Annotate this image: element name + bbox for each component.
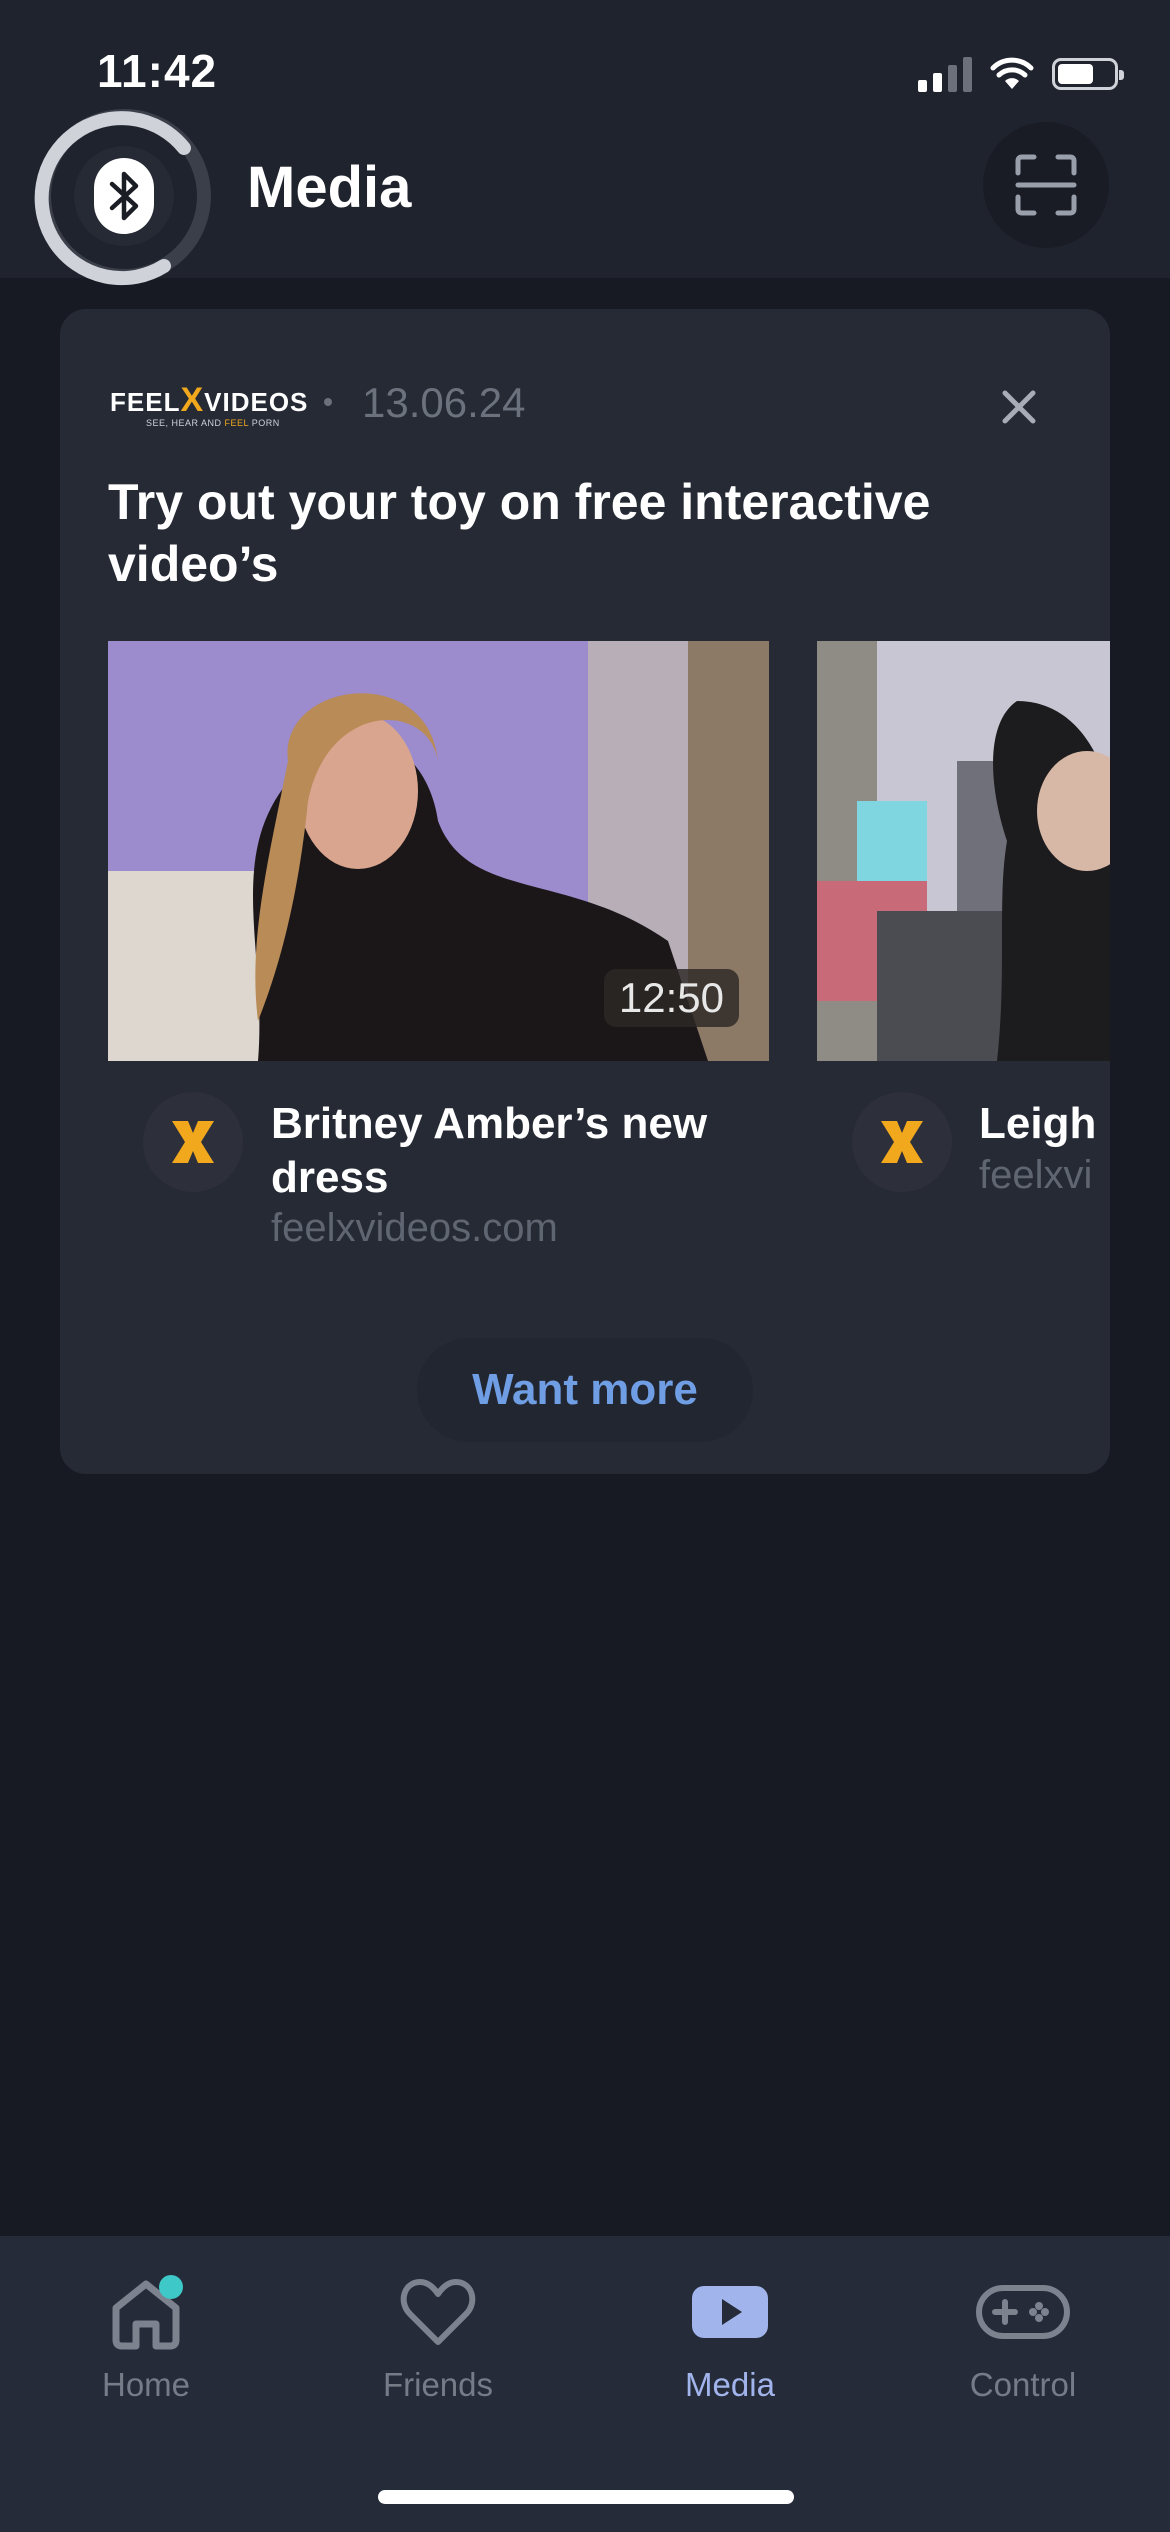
video-item[interactable]: 12:50 [108, 641, 769, 1061]
close-button[interactable] [993, 381, 1045, 433]
video-source: feelxvideos.com [271, 1206, 558, 1250]
video-item[interactable] [817, 641, 1110, 1061]
home-icon [106, 2272, 186, 2352]
tab-home[interactable]: Home [26, 2272, 266, 2412]
separator-dot [324, 398, 332, 406]
video-thumbnail[interactable]: 12:50 [108, 641, 769, 1061]
cellular-signal-icon [918, 56, 972, 92]
wifi-icon [990, 57, 1034, 89]
feelx-logo-icon [172, 1121, 214, 1163]
close-icon [1002, 390, 1036, 424]
promo-date: 13.06.24 [362, 379, 526, 426]
play-icon [690, 2272, 770, 2352]
bluetooth-icon [94, 158, 154, 234]
promo-card: FEELXVIDEOS SEE, HEAR AND FEEL PORN 13.0… [60, 309, 1110, 1474]
thumbnail-image [817, 641, 1110, 1061]
promo-title: Try out your toy on free interactive vid… [108, 474, 931, 592]
page-title: Media [247, 155, 412, 220]
want-more-button[interactable]: Want more [417, 1338, 753, 1442]
video-duration: 12:50 [603, 969, 739, 1027]
tab-label: Media [685, 2366, 775, 2403]
status-time: 11:42 [97, 45, 218, 97]
notification-dot [159, 2275, 183, 2299]
tab-control[interactable]: Control [903, 2272, 1143, 2412]
heart-icon [398, 2272, 478, 2352]
feelx-logo-icon [881, 1121, 923, 1163]
header: 11:42 Media [0, 0, 1170, 286]
status-icons [918, 52, 1124, 96]
bottom-tab-bar: Home Friends Media Control [0, 2236, 1170, 2532]
gamepad-icon [975, 2272, 1071, 2352]
bluetooth-button[interactable] [74, 146, 174, 246]
brand-logo: FEELXVIDEOS SEE, HEAR AND FEEL PORN [110, 381, 309, 428]
tab-label: Friends [382, 2366, 494, 2403]
video-thumbnail[interactable] [817, 641, 1110, 1061]
tab-friends[interactable]: Friends [318, 2272, 558, 2412]
home-indicator [378, 2490, 794, 2504]
battery-icon [1052, 58, 1124, 90]
video-source: feelxvi [979, 1153, 1093, 1197]
tab-label: Control [969, 2366, 1077, 2403]
channel-avatar [143, 1092, 243, 1192]
video-title[interactable]: Leigh [979, 1097, 1096, 1151]
qr-scan-button[interactable] [983, 122, 1109, 248]
qr-scan-icon [1015, 154, 1077, 216]
tab-media[interactable]: Media [610, 2272, 850, 2412]
video-title[interactable]: Britney Amber’s new dress [271, 1097, 751, 1205]
tab-label: Home [101, 2366, 191, 2403]
channel-avatar [852, 1092, 952, 1192]
